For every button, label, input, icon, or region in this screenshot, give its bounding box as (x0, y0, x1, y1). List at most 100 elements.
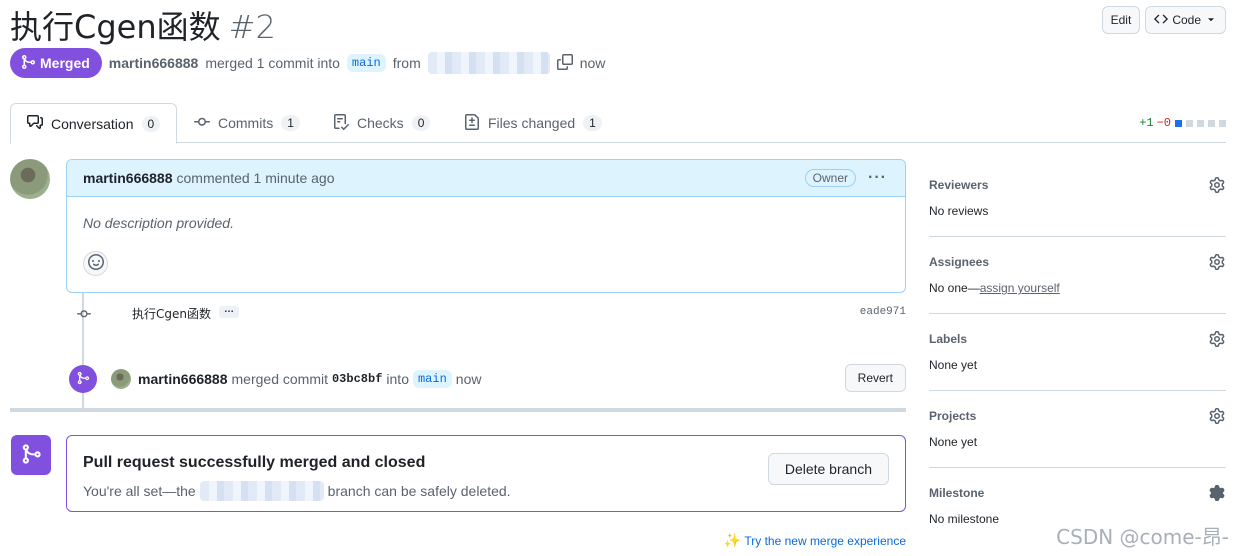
merge-action: merged commit (231, 371, 328, 387)
diffstat-deletions: −0 (1156, 116, 1171, 130)
gear-icon[interactable] (1209, 254, 1225, 273)
merged-status-icon (11, 435, 51, 475)
merge-time[interactable]: now (456, 371, 482, 387)
merged-heading: Pull request successfully merged and clo… (83, 454, 426, 471)
tab-checks-label: Checks (357, 115, 404, 131)
avatar[interactable] (10, 159, 50, 199)
base-branch[interactable]: main (346, 54, 386, 72)
tab-commits[interactable]: Commits 1 (178, 103, 316, 143)
meta-time: now (579, 55, 606, 71)
try-merge-experience-label: Try the new merge experience (744, 533, 906, 548)
pr-number: #2 (228, 8, 276, 46)
tab-checks-count: 0 (411, 115, 431, 131)
milestone-title[interactable]: Milestone (929, 486, 984, 500)
comment-header: martin666888 commented 1 minute ago (67, 160, 905, 197)
header-actions: Edit Code (1101, 6, 1226, 34)
tab-conversation[interactable]: Conversation 0 (10, 103, 178, 144)
diffstat: +1 −0 (1139, 116, 1226, 130)
chevron-down-icon (1205, 13, 1217, 28)
tab-commits-label: Commits (218, 115, 274, 131)
meta-action: merged 1 commit into (205, 55, 340, 71)
code-button-label: Code (1172, 13, 1201, 27)
edit-button[interactable]: Edit (1101, 6, 1141, 34)
merged-status-box: Pull request successfully merged and clo… (66, 435, 906, 512)
merged-subtext-suffix: branch can be safely deleted. (327, 483, 511, 499)
labels-title[interactable]: Labels (929, 332, 967, 346)
diffstat-block (1175, 119, 1182, 127)
diffstat-block (1208, 119, 1215, 127)
tab-files-changed[interactable]: Files changed 1 (448, 103, 618, 143)
tab-files-changed-count: 1 (583, 115, 602, 131)
meta-from: from (392, 55, 421, 71)
sidebar-assignees: Assignees No one—assign yourself (929, 237, 1226, 314)
git-commit-icon (194, 114, 210, 133)
diffstat-block (1186, 119, 1193, 127)
merged-subtext: You're all set—the branch can be safely … (83, 481, 511, 501)
kebab-horizontal-icon[interactable]: ··· (868, 169, 887, 187)
merge-event: martin666888 merged commit 03bc8bf into … (69, 364, 906, 394)
diffstat-additions: +1 (1139, 116, 1154, 130)
sidebar-projects: Projects None yet (929, 391, 1226, 468)
file-diff-icon (464, 113, 480, 133)
sparkle-icon: ✨ (723, 532, 742, 548)
pr-description-comment: martin666888 commented 1 minute ago Owne… (66, 159, 906, 293)
add-reaction-button[interactable] (83, 251, 108, 276)
commit-message[interactable]: 执行Cgen函数 (132, 305, 211, 322)
pr-tabs: Conversation 0 Commits 1 Checks 0 Files … (10, 103, 1226, 144)
projects-title[interactable]: Projects (929, 409, 976, 423)
commit-sha[interactable]: eade971 (860, 306, 906, 318)
tab-conversation-label: Conversation (51, 115, 134, 132)
comment-timestamp[interactable]: commented 1 minute ago (177, 170, 335, 186)
commit-row: 执行Cgen函数 … eade971 (75, 304, 906, 324)
checklist-icon (333, 113, 350, 133)
gear-icon[interactable] (1209, 177, 1225, 196)
labels-value: None yet (929, 358, 978, 372)
code-button[interactable]: Code (1145, 6, 1226, 34)
owner-badge: Owner (804, 169, 856, 187)
comment-discussion-icon (27, 114, 43, 133)
merge-commit-sha[interactable]: 03bc8bf (332, 372, 382, 386)
merged-state-label: Merged (40, 55, 90, 71)
pr-title-text: 执行Cgen函数 (10, 8, 221, 46)
diffstat-block (1219, 119, 1226, 127)
reviewers-title[interactable]: Reviewers (929, 178, 988, 192)
pr-sidebar: Reviewers No reviews Assignees No one—as… (929, 160, 1226, 545)
sidebar-reviewers: Reviewers No reviews (929, 160, 1226, 237)
head-branch-redacted[interactable] (427, 52, 550, 74)
edit-button-label: Edit (1110, 13, 1132, 27)
avatar[interactable] (111, 369, 131, 389)
tab-commits-count: 1 (281, 115, 300, 131)
assignees-title[interactable]: Assignees (929, 255, 989, 269)
tab-files-changed-label: Files changed (488, 115, 576, 131)
merge-author[interactable]: martin666888 (138, 371, 228, 387)
assignees-none: No one— (929, 281, 980, 295)
git-merge-icon (20, 443, 42, 468)
merge-event-badge (69, 365, 97, 393)
milestone-value: No milestone (929, 512, 1000, 526)
delete-branch-button[interactable]: Delete branch (767, 453, 889, 485)
gear-icon[interactable] (1209, 485, 1225, 504)
tab-checks[interactable]: Checks 0 (317, 103, 446, 143)
comment-author[interactable]: martin666888 (83, 170, 173, 186)
try-merge-experience-link[interactable]: ✨ Try the new merge experience (724, 532, 906, 549)
author-link[interactable]: martin666888 (109, 55, 199, 71)
merged-state-badge: Merged (10, 48, 102, 78)
pr-meta: Merged martin666888 merged 1 commit into… (10, 48, 605, 78)
comment-body: No description provided. (83, 215, 234, 231)
assign-yourself-link[interactable]: assign yourself (980, 281, 1060, 295)
head-branch-redacted[interactable] (199, 481, 324, 501)
tab-conversation-count: 0 (141, 115, 161, 132)
projects-value: None yet (929, 435, 978, 449)
smiley-icon (87, 254, 104, 273)
merge-target-branch[interactable]: main (412, 370, 452, 388)
commit-expand-button[interactable]: … (219, 305, 239, 318)
git-commit-icon (77, 307, 91, 319)
revert-button[interactable]: Revert (844, 364, 906, 392)
git-merge-icon (20, 54, 36, 73)
merged-subtext-prefix: You're all set—the (83, 483, 196, 499)
sidebar-labels: Labels None yet (929, 314, 1226, 391)
gear-icon[interactable] (1209, 408, 1225, 427)
merge-into: into (386, 371, 409, 387)
copy-icon[interactable] (556, 53, 573, 73)
gear-icon[interactable] (1209, 331, 1225, 350)
